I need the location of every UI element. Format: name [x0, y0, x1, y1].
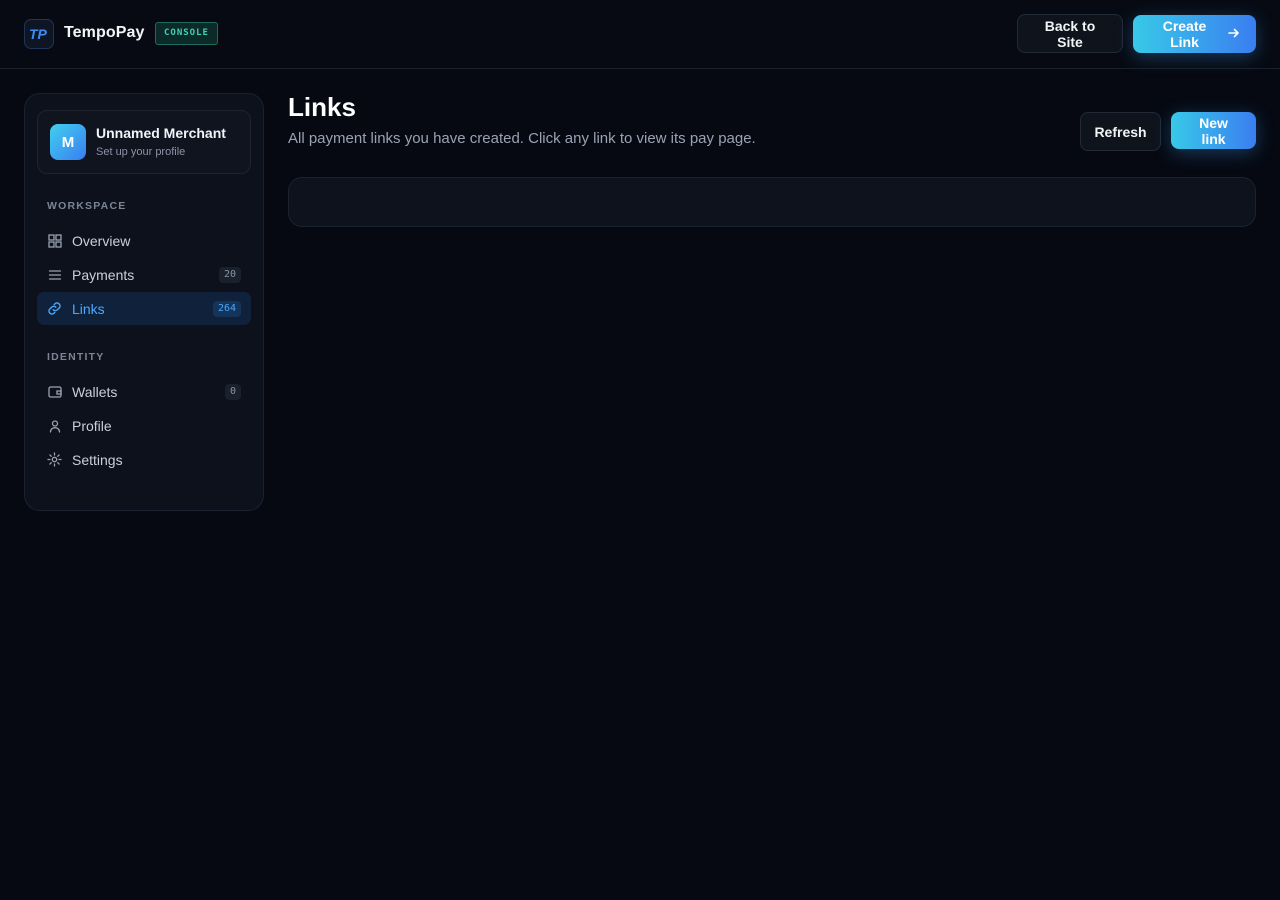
links-count-badge: 264	[212, 301, 241, 317]
page-subtitle: All payment links you have created. Clic…	[288, 130, 756, 147]
sidebar-item-wallets[interactable]: Wallets 0	[37, 375, 251, 408]
back-to-site-button[interactable]: Back to Site	[1017, 14, 1123, 53]
refresh-button[interactable]: Refresh	[1080, 112, 1161, 151]
sidebar-item-links[interactable]: Links 264	[37, 292, 251, 325]
payments-count-badge: 20	[218, 267, 241, 283]
sidebar-item-label: Settings	[72, 451, 123, 468]
link-icon	[47, 301, 62, 316]
back-to-site-label: Back to Site	[1044, 17, 1096, 50]
sidebar-item-label: Wallets	[72, 383, 118, 400]
merchant-name: Unnamed Merchant	[96, 125, 226, 141]
create-link-label: Create Link	[1162, 18, 1207, 50]
console-badge: CONSOLE	[155, 22, 218, 45]
sidebar-item-settings[interactable]: Settings	[37, 443, 251, 476]
avatar: M	[50, 124, 86, 160]
section-label-workspace: WORKSPACE	[47, 200, 127, 212]
arrow-right-icon	[1228, 26, 1240, 42]
merchant-card[interactable]: M Unnamed Merchant Set up your profile	[37, 110, 251, 174]
gear-icon	[47, 452, 62, 467]
tempopay-logo[interactable]: TP	[24, 19, 54, 49]
sidebar-item-profile[interactable]: Profile	[37, 409, 251, 442]
top-bar: TP TempoPay CONSOLE Back to Site Create …	[0, 0, 1280, 69]
list-icon	[47, 267, 62, 282]
sidebar-item-overview[interactable]: Overview	[37, 224, 251, 257]
merchant-subtitle: Set up your profile	[96, 146, 186, 158]
refresh-label: Refresh	[1094, 123, 1147, 140]
wallets-count-badge: 0	[224, 384, 241, 400]
wallet-icon	[47, 384, 62, 399]
sidebar-item-label: Overview	[72, 232, 131, 249]
section-label-identity: IDENTITY	[47, 351, 105, 363]
sidebar-item-label: Profile	[72, 417, 112, 434]
create-link-button[interactable]: Create Link	[1133, 15, 1256, 53]
new-link-label: New link	[1199, 114, 1228, 147]
links-list-card	[288, 177, 1256, 227]
sidebar-item-payments[interactable]: Payments 20	[37, 258, 251, 291]
brand-name[interactable]: TempoPay	[64, 24, 145, 42]
page-title: Links	[288, 92, 356, 122]
svg-text:TP: TP	[29, 27, 48, 41]
grid-icon	[47, 233, 62, 248]
sidebar-item-label: Payments	[72, 266, 135, 283]
user-icon	[47, 418, 62, 433]
new-link-button[interactable]: New link	[1171, 112, 1256, 149]
sidebar-item-label: Links	[72, 300, 105, 317]
sidebar: M Unnamed Merchant Set up your profile W…	[24, 93, 264, 511]
